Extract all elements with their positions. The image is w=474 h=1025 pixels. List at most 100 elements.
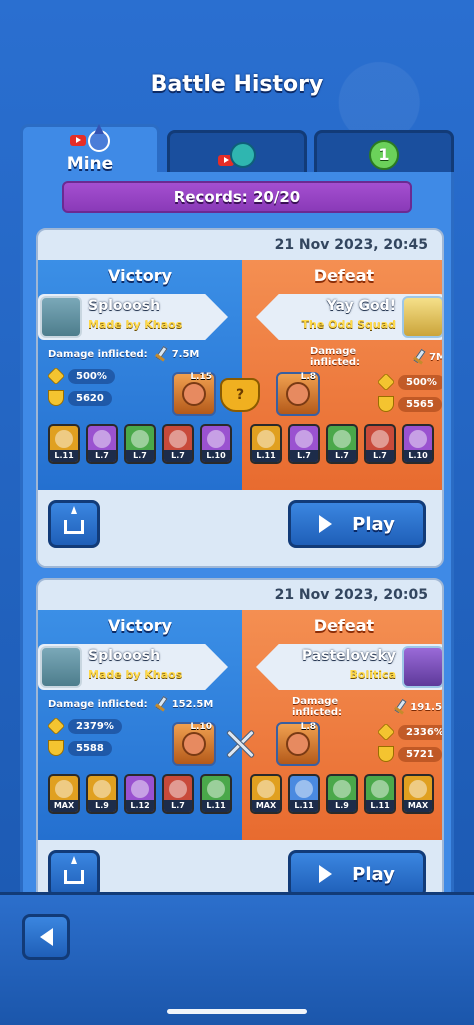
player-clan: Made by Khaos	[88, 318, 183, 331]
unit-card[interactable]: L.11	[48, 424, 80, 464]
unit-level: L.9	[88, 800, 116, 812]
player-clan: Made by Khaos	[88, 668, 183, 681]
hero-portrait[interactable]: L.8	[276, 372, 320, 416]
play-icon	[319, 865, 333, 883]
crit-row: 2336%	[376, 722, 442, 742]
unit-level: L.7	[164, 450, 192, 462]
play-label: Play	[352, 513, 395, 535]
globe-icon	[230, 141, 256, 168]
unit-card[interactable]: L.7	[86, 424, 118, 464]
hero-portrait[interactable]: L.15	[172, 372, 216, 416]
back-arrow-icon	[39, 928, 53, 946]
player-clan: The Odd Squad	[301, 318, 396, 331]
unit-card[interactable]: L.7	[162, 424, 194, 464]
battle-summary[interactable]: Victory Splooosh Made by Khaos Damage in…	[38, 260, 442, 490]
tab-mine[interactable]: Mine	[20, 123, 160, 176]
unit-level: L.7	[366, 450, 394, 462]
tab-global-videos[interactable]	[167, 130, 307, 176]
unit-card[interactable]: L.11	[288, 774, 320, 814]
damage-label: Damage inflicted:	[48, 698, 148, 710]
play-replay-button[interactable]: Play	[288, 850, 426, 898]
hero-portrait[interactable]: L.10	[172, 722, 216, 766]
unit-card[interactable]: L.9	[86, 774, 118, 814]
hero-level: L.8	[300, 372, 316, 382]
hero-face-icon	[182, 732, 206, 756]
share-icon	[64, 856, 84, 884]
records-counter: Records: 20/20	[62, 181, 412, 213]
damage-row: Damage inflicted: 152.5M	[48, 696, 213, 712]
player-card-right[interactable]: Yay God! The Odd Squad	[256, 294, 442, 340]
trophy-value: 5588	[68, 740, 112, 756]
crit-icon	[46, 366, 66, 386]
unit-card[interactable]: L.7	[162, 774, 194, 814]
trophy-value: 5620	[68, 390, 112, 406]
unit-card[interactable]: L.10	[402, 424, 434, 464]
damage-row: Damage inflicted: 191.5M	[292, 696, 442, 718]
damage-value: 152.5M	[171, 698, 214, 710]
hero-face-icon	[286, 382, 310, 406]
player-card-left[interactable]: Splooosh Made by Khaos	[38, 294, 228, 340]
unit-card[interactable]: L.11	[364, 774, 396, 814]
battle-summary[interactable]: Victory Splooosh Made by Khaos Damage in…	[38, 610, 442, 840]
player-avatar	[40, 296, 82, 338]
damage-label: Damage inflicted:	[310, 346, 361, 368]
share-icon	[64, 506, 84, 534]
crit-value: 500%	[68, 368, 115, 384]
damage-row: Damage inflicted: 7M	[310, 346, 442, 368]
player-avatar	[402, 296, 442, 338]
battle-date: 21 Nov 2023, 20:45	[274, 237, 428, 253]
play-replay-button[interactable]: Play	[288, 500, 426, 548]
unit-level: L.7	[328, 450, 356, 462]
video-icon	[70, 135, 86, 146]
share-button[interactable]	[48, 850, 100, 898]
unit-card[interactable]: MAX	[250, 774, 282, 814]
back-button[interactable]	[22, 914, 70, 960]
result-defeat: Defeat	[313, 616, 375, 635]
home-indicator[interactable]	[167, 1009, 307, 1014]
unit-card[interactable]: L.9	[326, 774, 358, 814]
unit-card[interactable]: L.7	[326, 424, 358, 464]
loser-side: Defeat Yay God! The Odd Squad Damage inf…	[242, 260, 442, 490]
unit-level: L.10	[202, 450, 230, 462]
unit-card[interactable]: L.10	[200, 424, 232, 464]
unit-card[interactable]: MAX	[48, 774, 80, 814]
unit-level: L.11	[50, 450, 78, 462]
unit-deck: MAX L.9 L.12 L.7 L.11	[48, 774, 232, 814]
sword-icon	[391, 699, 406, 715]
unit-card[interactable]: L.11	[250, 424, 282, 464]
share-button[interactable]	[48, 500, 100, 548]
unit-level: L.10	[404, 450, 432, 462]
unit-card[interactable]: L.7	[124, 424, 156, 464]
damage-value: 7M	[429, 351, 442, 363]
hero-level: L.10	[190, 722, 212, 732]
tab-mine-label: Mine	[66, 153, 114, 174]
unit-card[interactable]: MAX	[402, 774, 434, 814]
loser-side: Defeat Pastelovsky Bolitica Damage infli…	[242, 610, 442, 840]
crit-value: 500%	[398, 374, 442, 390]
unit-level: L.11	[252, 450, 280, 462]
unit-level: MAX	[252, 800, 280, 812]
damage-value: 7.5M	[171, 348, 200, 360]
unit-card[interactable]: L.7	[364, 424, 396, 464]
player-card-right[interactable]: Pastelovsky Bolitica	[256, 644, 442, 690]
tab-bar: Mine 1	[20, 123, 454, 176]
player-name: Yay God!	[326, 298, 396, 314]
result-victory: Victory	[107, 266, 173, 285]
unit-deck: L.11 L.7 L.7 L.7 L.10	[48, 424, 232, 464]
bottom-bar	[0, 892, 474, 1025]
unit-level: L.11	[202, 800, 230, 812]
trophy-icon	[48, 740, 64, 756]
player-card-left[interactable]: Splooosh Made by Khaos	[38, 644, 228, 690]
unit-card[interactable]: L.11	[200, 774, 232, 814]
unit-card[interactable]: L.7	[288, 424, 320, 464]
tab-mine-icons	[70, 123, 110, 152]
hero-level: L.8	[300, 722, 316, 732]
unit-card[interactable]: L.12	[124, 774, 156, 814]
tab-top-ranking[interactable]: 1	[314, 130, 454, 176]
play-label: Play	[352, 863, 395, 885]
result-defeat: Defeat	[313, 266, 375, 285]
unit-level: L.9	[328, 800, 356, 812]
hero-portrait[interactable]: L.8	[276, 722, 320, 766]
unit-deck: MAX L.11 L.9 L.11 MAX	[250, 774, 434, 814]
damage-value: 191.5M	[410, 701, 442, 713]
